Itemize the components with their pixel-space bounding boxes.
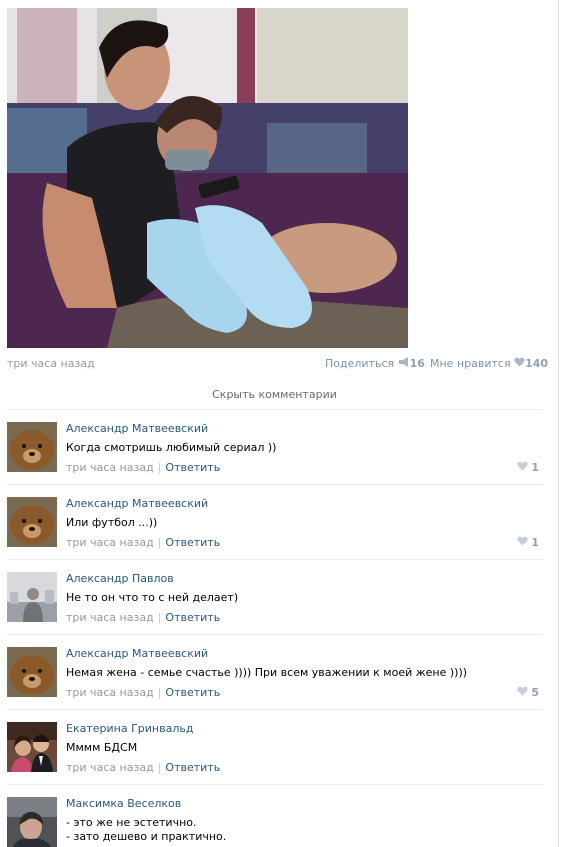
avatar[interactable] (7, 572, 57, 622)
comment: Максимка Веселков - это же не эстетично.… (7, 785, 543, 847)
avatar[interactable] (7, 722, 57, 772)
post-photo-image (7, 8, 408, 348)
comment-text: Не то он что то с ней делает) (66, 591, 536, 605)
comment: Екатерина Гринвальд Мммм БДСМ три часа н… (7, 710, 543, 785)
comment-author[interactable]: Александр Матвеевский (66, 422, 208, 436)
comment: Александр Павлов Не то он что то с ней д… (7, 560, 543, 635)
avatar[interactable] (7, 497, 57, 547)
heart-icon (514, 356, 525, 372)
comment-author[interactable]: Александр Павлов (66, 572, 174, 586)
comment-footer: три часа назад | Ответить (66, 611, 220, 625)
avatar[interactable] (7, 797, 57, 847)
page-edge-rule (558, 0, 559, 847)
reply-link[interactable]: Ответить (165, 536, 220, 549)
comment-like-button[interactable]: 1 (516, 461, 539, 475)
heart-icon (516, 686, 528, 700)
comment-text-line: Мммм БДСМ (66, 741, 138, 754)
comment-text: Или футбол ...)) (66, 516, 536, 530)
comment-author[interactable]: Александр Матвеевский (66, 647, 208, 661)
comment-time[interactable]: три часа назад (66, 461, 154, 474)
post-meta: три часа назад Поделиться 16 Мне нравитс… (7, 356, 548, 372)
reply-link[interactable]: Ответить (165, 686, 220, 699)
comment-footer: три часа назад | Ответить (66, 761, 220, 775)
comment-author[interactable]: Максимка Веселков (66, 797, 181, 811)
like-count: 140 (525, 357, 549, 370)
comment-time[interactable]: три часа назад (66, 686, 154, 699)
separator: | (157, 611, 162, 624)
heart-icon (516, 461, 528, 475)
share-button[interactable]: Поделиться 16 (325, 356, 425, 372)
comment-time[interactable]: три часа назад (66, 611, 154, 624)
comment-like-button[interactable]: 5 (516, 686, 539, 700)
comment-footer: три часа назад | Ответить (66, 686, 220, 700)
comment-like-count: 1 (531, 536, 539, 549)
post-photo[interactable] (7, 8, 408, 348)
comment-author[interactable]: Александр Матвеевский (66, 497, 208, 511)
separator: | (157, 761, 162, 774)
comment-text: Немая жена - семье счастье )))) При всем… (66, 666, 536, 680)
comment-text: Мммм БДСМ (66, 741, 536, 755)
separator: | (157, 536, 162, 549)
comment: Александр Матвеевский Немая жена - семье… (7, 635, 543, 710)
comment-text-line: Немая жена - семье счастье )))) При всем… (66, 666, 468, 679)
reply-link[interactable]: Ответить (165, 611, 220, 624)
separator: | (157, 461, 162, 474)
post-time[interactable]: три часа назад (7, 356, 95, 372)
comment-text-line: - это же не эстетично. (66, 816, 197, 829)
separator: | (157, 686, 162, 699)
share-count: 16 (409, 357, 425, 370)
comment-like-button[interactable]: 1 (516, 536, 539, 550)
like-button[interactable]: Мне нравится 140 (430, 356, 548, 372)
comment-text-line: Не то он что то с ней делает) (66, 591, 239, 604)
comment-footer: три часа назад | Ответить (66, 536, 220, 550)
hide-comments-link[interactable]: Скрыть комментарии (7, 388, 542, 402)
reply-link[interactable]: Ответить (165, 461, 220, 474)
comment: Александр Матвеевский Или футбол ...)) т… (7, 485, 543, 560)
comment-like-count: 5 (531, 686, 539, 699)
comment-text-line: Когда смотришь любимый сериал )) (66, 441, 277, 454)
avatar[interactable] (7, 647, 57, 697)
comment-footer: три часа назад | Ответить (66, 461, 220, 475)
avatar[interactable] (7, 422, 57, 472)
megaphone-icon (398, 356, 410, 372)
share-label: Поделиться (325, 357, 395, 370)
comment: Александр Матвеевский Когда смотришь люб… (7, 410, 543, 485)
heart-icon (516, 536, 528, 550)
comment-text-line: - зато дешево и практично. (66, 830, 227, 843)
comment-author[interactable]: Екатерина Гринвальд (66, 722, 193, 736)
comment-text: - это же не эстетично. - зато дешево и п… (66, 816, 536, 844)
like-label: Мне нравится (430, 357, 511, 370)
comment-text: Когда смотришь любимый сериал )) (66, 441, 536, 455)
reply-link[interactable]: Ответить (165, 761, 220, 774)
comment-like-count: 1 (531, 461, 539, 474)
comment-time[interactable]: три часа назад (66, 536, 154, 549)
comment-text-line: Или футбол ...)) (66, 516, 158, 529)
comment-time[interactable]: три часа назад (66, 761, 154, 774)
